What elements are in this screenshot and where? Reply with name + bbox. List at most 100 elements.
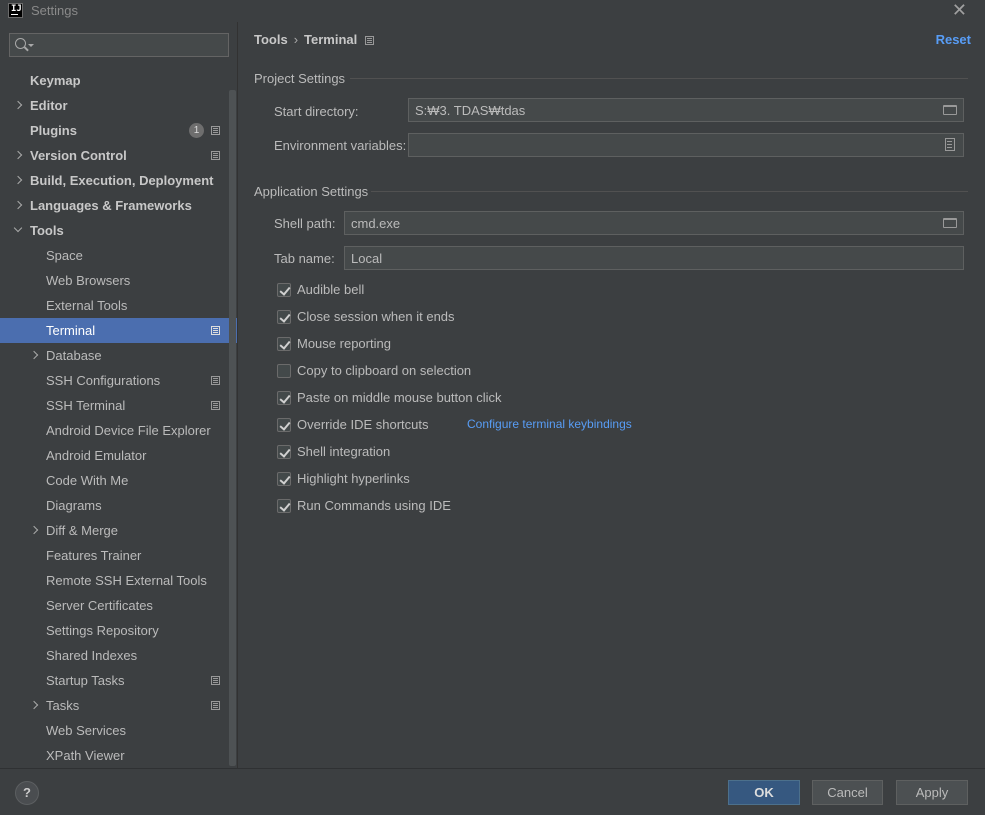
sidebar-item-label: Build, Execution, Deployment [30, 173, 214, 188]
sidebar-item-label: XPath Viewer [46, 748, 125, 763]
sidebar-item-web-services[interactable]: Web Services [0, 718, 229, 743]
sidebar-item-remote-ssh-external-tools[interactable]: Remote SSH External Tools [0, 568, 229, 593]
sidebar-item-ssh-terminal[interactable]: SSH Terminal [0, 393, 229, 418]
section-divider [371, 191, 968, 192]
tab-name-field[interactable]: Local [344, 246, 964, 270]
sidebar-item-space[interactable]: Space [0, 243, 229, 268]
tab-name-label: Tab name: [274, 251, 335, 266]
sidebar-item-label: Features Trainer [46, 548, 142, 563]
chevron-right-icon[interactable] [13, 175, 23, 185]
breadcrumb-tools: Tools [254, 32, 288, 47]
chevron-right-icon[interactable] [13, 100, 23, 110]
sidebar-item-external-tools[interactable]: External Tools [0, 293, 229, 318]
sidebar-item-server-certificates[interactable]: Server Certificates [0, 593, 229, 618]
checkbox-label: Shell integration [297, 444, 391, 459]
checkbox[interactable] [277, 499, 291, 513]
checkbox-label: Override IDE shortcuts [297, 417, 429, 432]
sidebar-item-editor[interactable]: Editor [0, 93, 229, 118]
sidebar-item-web-browsers[interactable]: Web Browsers [0, 268, 229, 293]
sidebar-item-settings-repository[interactable]: Settings Repository [0, 618, 229, 643]
sidebar-item-ssh-configurations[interactable]: SSH Configurations [0, 368, 229, 393]
sidebar-item-label: Web Browsers [46, 273, 131, 288]
ok-button[interactable]: OK [728, 780, 800, 805]
sidebar-item-label: External Tools [46, 298, 128, 313]
checkbox[interactable] [277, 418, 291, 432]
chevron-down-icon[interactable] [13, 223, 23, 233]
settings-tree: Keymap Editor Plugins 1 Version Control … [0, 68, 237, 768]
project-settings-title: Project Settings [254, 71, 346, 86]
sidebar-item-label: Tasks [46, 698, 80, 713]
shell-path-field[interactable]: cmd.exe [344, 211, 964, 235]
sidebar-item-features-trainer[interactable]: Features Trainer [0, 543, 229, 568]
help-button[interactable]: ? [15, 781, 39, 805]
sidebar-item-label: Startup Tasks [46, 673, 125, 688]
project-level-icon [211, 326, 220, 335]
window-title: Settings [31, 3, 78, 18]
settings-search[interactable] [9, 33, 229, 57]
chevron-right-icon[interactable] [29, 525, 39, 535]
apply-button[interactable]: Apply [896, 780, 968, 805]
folder-icon[interactable] [943, 105, 957, 115]
environment-variables-field[interactable] [408, 133, 964, 157]
sidebar-item-label: Android Device File Explorer [46, 423, 211, 438]
project-level-icon [211, 376, 220, 385]
sidebar-item-database[interactable]: Database [0, 343, 229, 368]
sidebar-item-version-control[interactable]: Version Control [0, 143, 229, 168]
chevron-right-icon[interactable] [13, 150, 23, 160]
checkbox[interactable] [277, 445, 291, 459]
sidebar-item-tools[interactable]: Tools [0, 218, 229, 243]
chevron-right-icon[interactable] [13, 200, 23, 210]
sidebar-item-label: Terminal [46, 323, 96, 338]
checkbox[interactable] [277, 364, 291, 378]
checkbox[interactable] [277, 472, 291, 486]
shell-path-value: cmd.exe [351, 216, 401, 231]
breadcrumb: Tools › Terminal [254, 32, 375, 47]
sidebar-item-build-execution-deployment[interactable]: Build, Execution, Deployment [0, 168, 229, 193]
configure-keybindings-link[interactable]: Configure terminal keybindings [467, 417, 632, 431]
sidebar-item-android-device-file-explorer[interactable]: Android Device File Explorer [0, 418, 229, 443]
edit-variables-icon[interactable] [945, 138, 955, 151]
sidebar-item-label: Keymap [30, 73, 81, 88]
sidebar-item-label: Server Certificates [46, 598, 153, 613]
checkbox[interactable] [277, 391, 291, 405]
sidebar-scrollbar[interactable] [229, 90, 236, 766]
sidebar-item-plugins[interactable]: Plugins 1 [0, 118, 229, 143]
application-settings-title: Application Settings [254, 184, 369, 199]
start-directory-field[interactable]: S:₩3. TDAS₩tdas [408, 98, 964, 122]
cancel-button[interactable]: Cancel [812, 780, 883, 805]
sidebar-item-android-emulator[interactable]: Android Emulator [0, 443, 229, 468]
chevron-right-icon[interactable] [29, 700, 39, 710]
checkbox[interactable] [277, 310, 291, 324]
override-ide-shortcuts-checkbox[interactable]: Override IDE shortcuts Configure termina… [277, 417, 677, 435]
sidebar-item-startup-tasks[interactable]: Startup Tasks [0, 668, 229, 693]
sidebar-item-code-with-me[interactable]: Code With Me [0, 468, 229, 493]
sidebar-item-diff-merge[interactable]: Diff & Merge [0, 518, 229, 543]
chevron-right-icon[interactable] [29, 350, 39, 360]
sidebar-item-keymap[interactable]: Keymap [0, 68, 229, 93]
sidebar-item-xpath-viewer[interactable]: XPath Viewer [0, 743, 229, 768]
checkbox[interactable] [277, 337, 291, 351]
tab-name-value: Local [351, 251, 383, 266]
checkbox-label: Audible bell [297, 282, 365, 297]
checkbox-label: Mouse reporting [297, 336, 391, 351]
sidebar-item-terminal[interactable]: Terminal [0, 318, 237, 343]
chevron-down-icon [28, 44, 34, 47]
reset-button[interactable]: Reset [936, 32, 971, 47]
search-input[interactable] [36, 36, 224, 54]
folder-icon[interactable] [943, 218, 957, 228]
sidebar-item-shared-indexes[interactable]: Shared Indexes [0, 643, 229, 668]
close-icon[interactable]: ✕ [952, 0, 967, 21]
sidebar-item-label: Diagrams [46, 498, 102, 513]
start-directory-value: S:₩3. TDAS₩tdas [415, 103, 526, 118]
sidebar-item-label: Languages & Frameworks [30, 198, 192, 213]
project-level-icon [211, 401, 220, 410]
sidebar-item-diagrams[interactable]: Diagrams [0, 493, 229, 518]
start-directory-label: Start directory: [274, 104, 359, 119]
checkbox-label: Run Commands using IDE [297, 498, 451, 513]
sidebar-item-tasks[interactable]: Tasks [0, 693, 229, 718]
sidebar-item-label: Tools [30, 223, 64, 238]
checkbox[interactable] [277, 283, 291, 297]
sidebar-item-languages-frameworks[interactable]: Languages & Frameworks [0, 193, 229, 218]
sidebar-item-label: Plugins [30, 123, 77, 138]
sidebar-item-label: Web Services [46, 723, 126, 738]
